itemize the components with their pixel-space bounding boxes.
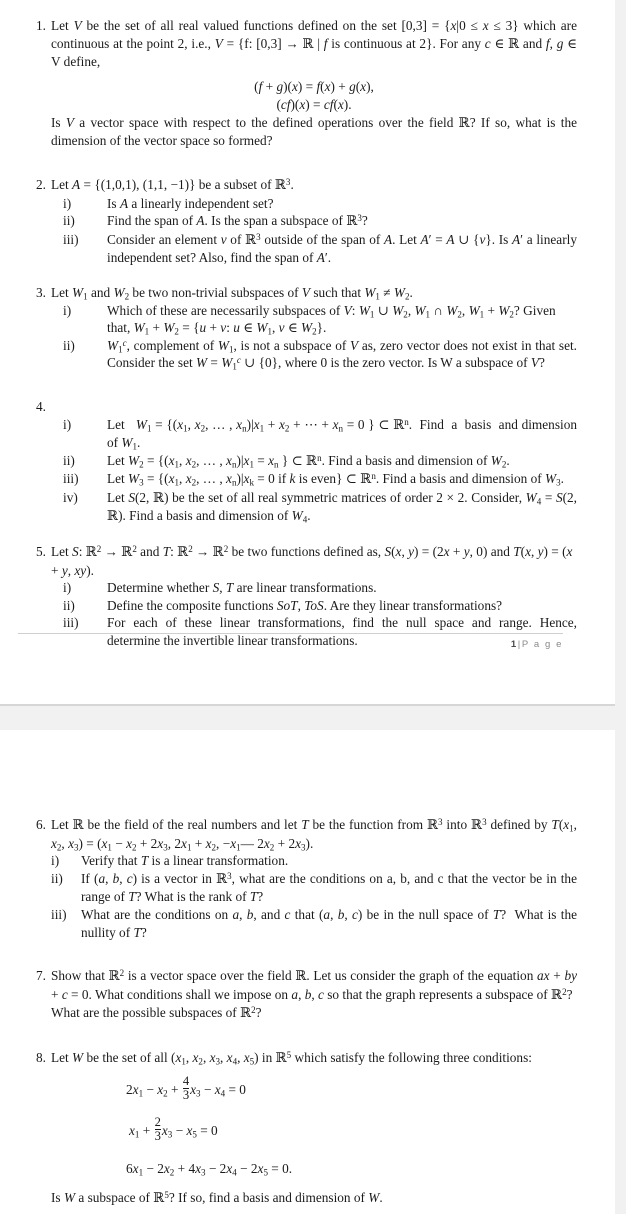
question-list-page-1: 1. Let V be the set of all real valued f… [16, 17, 599, 650]
subitem-marker: ii) [63, 213, 75, 229]
subitem-marker: iii) [63, 615, 79, 631]
question-number-3: 3. [36, 284, 46, 300]
question-8-equation-3: 6x1 − 2x2 + 4x3 − 2x4 − 2x5 = 0. [126, 1161, 293, 1178]
subitem-4-i: i) Let W1 = {(x1, x2, … , xn)|x1 + x2 + … [51, 416, 599, 452]
subitem-marker: ii) [63, 452, 75, 468]
footer-page-label: 1|P a g e [18, 639, 563, 650]
subitem-text: Determine whether S, T are linear transf… [107, 580, 377, 596]
question-6-subitems: i) Verify that T is a linear transformat… [51, 852, 599, 941]
subitem-4-ii: ii) Let W2 = {(x1, x2, … , xn)|x1 = xn }… [51, 452, 599, 471]
subitem-text: Is A a linearly independent set? [107, 195, 274, 211]
question-7-text: Show that ℝ2 is a vector space over the … [51, 968, 578, 1003]
subitem-6-iii: iii) What are the conditions on a, b, an… [51, 906, 599, 941]
subitem-text: Which of these are necessarily subspaces… [107, 302, 556, 337]
question-item-3: 3. Let W1 and W2 be two non-trivial subs… [16, 284, 599, 372]
question-item-6: 6. Let ℝ be the field of the real number… [16, 816, 599, 941]
subitem-marker: iii) [63, 471, 79, 487]
subitem-text: Let S(2, ℝ) be the set of all real symme… [107, 489, 578, 525]
subitem-text: Let W2 = {(x1, x2, … , xn)|x1 = xn } ⊂ ℝ… [107, 452, 510, 470]
question-8-text: Let W be the set of all (x1, x2, x3, x4,… [51, 1049, 532, 1067]
question-2-subitems: i) Is A a linearly independent set? ii) … [51, 195, 599, 267]
subitem-marker: i) [63, 416, 72, 432]
subitem-6-ii: ii) If (a, b, c) is a vector in ℝ3, what… [51, 870, 599, 906]
subitem-2-i: i) Is A a linearly independent set? [51, 195, 599, 213]
subitem-4-iv: iv) Let S(2, ℝ) be the set of all real s… [51, 489, 599, 526]
question-1-equation-1: (f + g)(x) = f(x) + g(x), [254, 78, 374, 94]
subitem-3-ii: ii) W1c, complement of W1, is not a subs… [51, 337, 599, 372]
subitem-text: Consider an element v of ℝ3 outside of t… [107, 231, 577, 266]
page-footer: 1|P a g e [0, 633, 615, 650]
subitem-marker: i) [63, 302, 72, 318]
subitem-marker: i) [63, 580, 72, 596]
subitem-marker: iii) [51, 906, 67, 922]
question-item-2: 2. Let A = {(1,0,1), (1,1, −1)} be a sub… [16, 176, 599, 267]
question-1-text-part2: Is V a vector space with respect to the … [51, 114, 577, 149]
subitem-text: Let W3 = {(x1, x2, … , xn)|xk = 0 if k i… [107, 471, 564, 488]
subitem-marker: ii) [51, 870, 63, 886]
question-3-subitems: i) Which of these are necessarily subspa… [51, 302, 599, 372]
question-number-1: 1. [36, 18, 46, 33]
subitem-5-ii: ii) Define the composite functions SoT, … [51, 597, 599, 615]
subitem-marker: ii) [63, 337, 75, 353]
document-page-2: 6. Let ℝ be the field of the real number… [0, 730, 615, 1214]
question-1-text-part1: Let V be the set of all real valued func… [51, 18, 577, 70]
question-number-4: 4. [36, 398, 46, 414]
question-8-closing-text: Is W a subspace of ℝ5? If so, find a bas… [51, 1190, 383, 1207]
question-4-subitems: i) Let W1 = {(x1, x2, … , xn)|x1 + x2 + … [51, 416, 599, 527]
question-number-6: 6. [36, 817, 46, 832]
question-7-text-extra: What are the possible subspaces of ℝ2? [51, 1005, 262, 1022]
question-6-text: Let ℝ be the field of the real numbers a… [51, 816, 577, 853]
subitem-5-i: i) Determine whether S, T are linear tra… [51, 579, 599, 597]
page-break-gap [0, 706, 626, 730]
subitem-text: If (a, b, c) is a vector in ℝ3, what are… [81, 870, 577, 905]
subitem-text: What are the conditions on a, b, and c t… [81, 906, 577, 940]
subitem-text: Find the span of A. Is the span a subspa… [107, 213, 368, 230]
subitem-marker: ii) [63, 597, 75, 613]
question-item-4: 4. i) Let W1 = {(x1, x2, … , xn)|x1 + x2… [16, 398, 599, 526]
right-margin-strip [615, 0, 626, 1214]
question-number-2: 2. [36, 176, 46, 192]
subitem-marker: iii) [63, 231, 79, 247]
subitem-2-iii: iii) Consider an element v of ℝ3 outside… [51, 231, 599, 267]
subitem-text: Let W1 = {(x1, x2, … , xn)|x1 + x2 + ⋯ +… [107, 416, 577, 452]
subitem-marker: i) [51, 853, 60, 869]
question-item-1: 1. Let V be the set of all real valued f… [16, 17, 599, 150]
question-1-equation-2: (cf)(x) = cf(x). [276, 96, 352, 112]
subitem-2-ii: ii) Find the span of A. Is the span a su… [51, 212, 599, 231]
question-number-8: 8. [36, 1049, 46, 1065]
subitem-marker: i) [63, 195, 72, 211]
subitem-3-i: i) Which of these are necessarily subspa… [51, 302, 599, 337]
question-2-text: Let A = {(1,0,1), (1,1, −1)} be a subset… [51, 176, 294, 193]
question-list-page-2: 6. Let ℝ be the field of the real number… [16, 816, 599, 1208]
footer-divider [18, 633, 563, 634]
question-number-5: 5. [36, 544, 46, 560]
subitem-6-i: i) Verify that T is a linear transformat… [51, 852, 599, 870]
subitem-text: Define the composite functions SoT, ToS.… [107, 597, 503, 613]
question-8-equation-2: x1 + 2 3 x3 − x5 = 0 [129, 1114, 218, 1143]
question-5-text: Let S: ℝ2 → ℝ2 and T: ℝ2 → ℝ2 be two fun… [51, 544, 573, 578]
question-item-7: 7. Show that ℝ2 is a vector space over t… [16, 967, 599, 1023]
subitem-marker: iv) [63, 489, 78, 505]
subitem-text: W1c, complement of W1, is not a subspace… [107, 337, 577, 372]
question-4-text [51, 398, 599, 416]
document-page-1: 1. Let V be the set of all real valued f… [0, 0, 615, 706]
subitem-4-iii: iii) Let W3 = {(x1, x2, … , xn)|xk = 0 i… [51, 470, 599, 489]
footer-page-number: 1 [510, 639, 518, 650]
footer-page-word: P a g e [521, 639, 563, 650]
document-viewport[interactable]: 1. Let V be the set of all real valued f… [0, 0, 626, 1214]
question-8-equation-1: 2x1 − x2 + 4 3 x3 − x4 = 0 [126, 1073, 246, 1102]
question-3-text: Let W1 and W2 be two non-trivial subspac… [51, 284, 413, 302]
question-number-7: 7. [36, 968, 46, 984]
subitem-text: Verify that T is a linear transformation… [81, 853, 289, 869]
question-item-8: 8. Let W be the set of all (x1, x2, x3, … [16, 1049, 599, 1208]
